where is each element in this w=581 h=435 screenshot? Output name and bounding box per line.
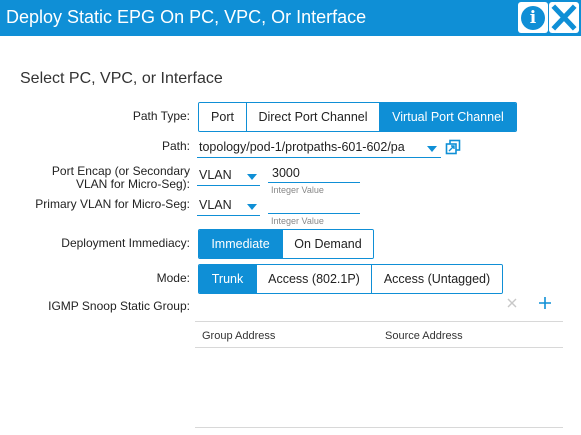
open-path-icon[interactable]: [445, 139, 461, 155]
info-icon: i: [521, 6, 545, 30]
path-dropdown-value[interactable]: topology/pod-1/protpaths-601-602/pa: [199, 140, 405, 154]
igmp-table-top-border: [195, 321, 563, 322]
path-dropdown-underline: [197, 157, 441, 158]
port-encap-label: Port Encap (or Secondary VLAN for Micro-…: [20, 165, 190, 191]
path-type-option-virtual-port-channel[interactable]: Virtual Port Channel: [380, 103, 516, 131]
primary-vlan-type-underline: [197, 215, 260, 216]
immediacy-option-on-demand[interactable]: On Demand: [283, 230, 373, 258]
port-encap-type-value[interactable]: VLAN: [199, 168, 232, 182]
path-label: Path:: [161, 139, 190, 153]
port-encap-input[interactable]: 3000: [272, 166, 300, 180]
mode-selector: Trunk Access (802.1P) Access (Untagged): [198, 264, 503, 294]
mode-option-access-802-1p[interactable]: Access (802.1P): [257, 265, 372, 293]
add-icon[interactable]: [538, 296, 552, 310]
close-icon: [551, 4, 577, 31]
path-chevron-down-icon[interactable]: [427, 146, 437, 152]
dialog-title: Deploy Static EPG On PC, VPC, Or Interfa…: [6, 7, 367, 27]
column-header-group-address: Group Address: [202, 330, 276, 342]
mode-option-access-untagged[interactable]: Access (Untagged): [372, 265, 502, 293]
dialog-header: Deploy Static EPG On PC, VPC, Or Interfa…: [0, 0, 581, 36]
immediacy-option-immediate[interactable]: Immediate: [199, 230, 283, 258]
mode-label: Mode:: [156, 271, 190, 285]
primary-vlan-label: Primary VLAN for Micro-Seg:: [35, 197, 190, 211]
delete-icon[interactable]: [506, 297, 518, 309]
path-type-option-direct-port-channel[interactable]: Direct Port Channel: [247, 103, 380, 131]
section-heading: Select PC, VPC, or Interface: [20, 70, 223, 87]
port-encap-input-underline: [268, 182, 360, 183]
igmp-label: IGMP Snoop Static Group:: [48, 299, 190, 313]
column-header-source-address: Source Address: [385, 330, 463, 342]
igmp-table-bottom-border: [195, 427, 563, 428]
port-encap-hint: Integer Value: [271, 185, 324, 195]
port-encap-label-line2: VLAN for Micro-Seg):: [75, 177, 190, 191]
port-encap-type-underline: [197, 185, 260, 186]
path-type-option-port[interactable]: Port: [199, 103, 247, 131]
close-button[interactable]: [549, 2, 579, 33]
mode-option-trunk[interactable]: Trunk: [199, 265, 257, 293]
deployment-immediacy-label: Deployment Immediacy:: [61, 236, 190, 250]
primary-vlan-hint: Integer Value: [271, 216, 324, 226]
deployment-immediacy-selector: Immediate On Demand: [198, 229, 374, 259]
path-type-label: Path Type:: [132, 109, 190, 123]
primary-vlan-type-value[interactable]: VLAN: [199, 198, 232, 212]
info-button[interactable]: i: [518, 2, 548, 33]
port-encap-type-chevron-down-icon[interactable]: [247, 174, 257, 180]
primary-vlan-type-chevron-down-icon[interactable]: [247, 204, 257, 210]
igmp-table-header-border: [195, 347, 563, 348]
primary-vlan-input-underline: [268, 213, 360, 214]
path-type-selector: Port Direct Port Channel Virtual Port Ch…: [198, 102, 517, 132]
